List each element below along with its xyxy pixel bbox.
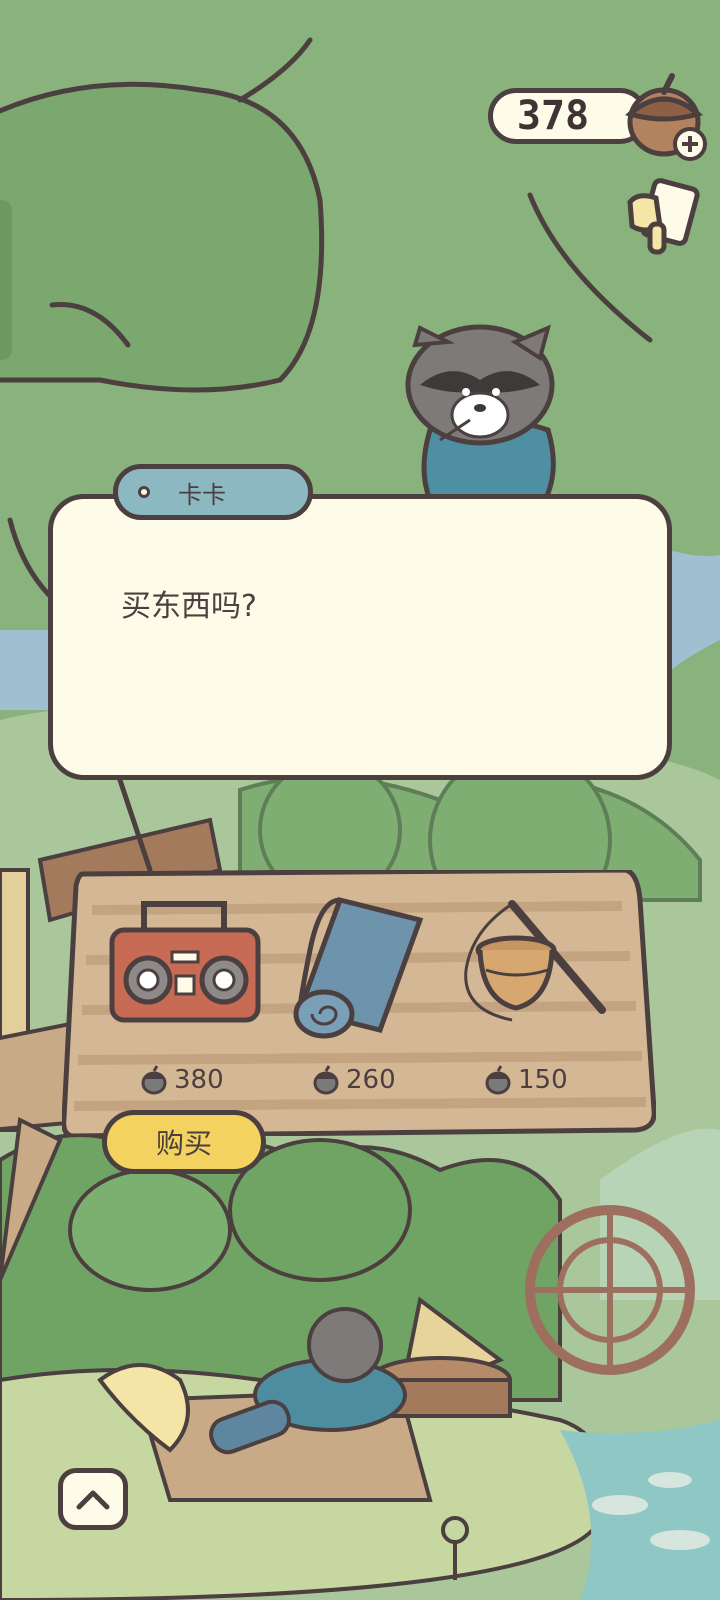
buy-button[interactable]: 购买 bbox=[102, 1110, 266, 1174]
expand-button[interactable] bbox=[58, 1468, 128, 1530]
acorn-count: 378 bbox=[516, 93, 590, 139]
fishing-basket-icon[interactable] bbox=[452, 890, 622, 1070]
dialog-box[interactable]: 买东西吗? bbox=[48, 494, 672, 780]
game-scene: 378 买东西吗? 卡卡 380 260 150 购买 bbox=[0, 0, 720, 1600]
price-value: 380 bbox=[174, 1065, 224, 1095]
speaker-tab: 卡卡 bbox=[113, 464, 313, 520]
rolled-mat-icon[interactable] bbox=[280, 890, 450, 1070]
buy-button-label: 购买 bbox=[155, 1127, 212, 1160]
side-drawer-handle[interactable] bbox=[0, 200, 12, 360]
price-value: 150 bbox=[518, 1065, 568, 1095]
acorn-icon bbox=[313, 1065, 339, 1095]
price-tag: 260 bbox=[312, 1062, 396, 1098]
speaker-name: 卡卡 bbox=[178, 480, 226, 509]
price-value: 260 bbox=[346, 1065, 396, 1095]
boombox-icon[interactable] bbox=[104, 890, 274, 1070]
price-tag: 150 bbox=[484, 1062, 568, 1098]
speaker-dot-icon bbox=[138, 486, 150, 498]
price-tag: 380 bbox=[140, 1062, 224, 1098]
hammer-icon[interactable] bbox=[620, 178, 704, 262]
dialog-text: 买东西吗? bbox=[121, 589, 257, 624]
acorn-icon bbox=[141, 1065, 167, 1095]
forest-background bbox=[0, 0, 720, 1600]
acorn-add-icon[interactable] bbox=[624, 70, 712, 164]
acorn-icon bbox=[485, 1065, 511, 1095]
chevron-up-icon bbox=[76, 1490, 110, 1510]
